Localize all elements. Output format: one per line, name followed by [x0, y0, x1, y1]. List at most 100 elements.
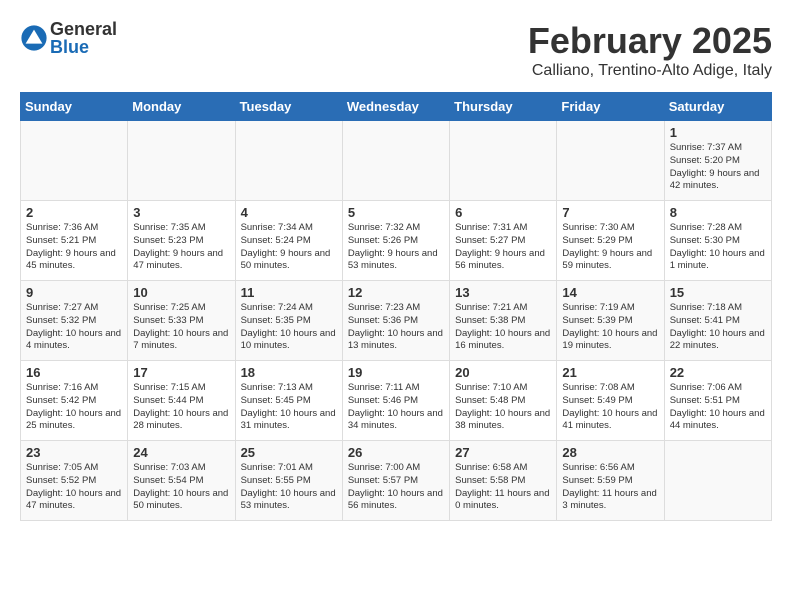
calendar-cell: 21Sunrise: 7:08 AM Sunset: 5:49 PM Dayli… [557, 361, 664, 441]
day-info: Sunrise: 7:36 AM Sunset: 5:21 PM Dayligh… [26, 222, 122, 273]
calendar-header-row: SundayMondayTuesdayWednesdayThursdayFrid… [21, 93, 772, 121]
day-info: Sunrise: 7:30 AM Sunset: 5:29 PM Dayligh… [562, 222, 658, 273]
day-info: Sunrise: 7:10 AM Sunset: 5:48 PM Dayligh… [455, 382, 551, 433]
day-info: Sunrise: 7:08 AM Sunset: 5:49 PM Dayligh… [562, 382, 658, 433]
calendar-cell: 13 Sunrise: 7:21 AM Sunset: 5:38 PM Dayli… [450, 281, 557, 361]
calendar-cell: 12 Sunrise: 7:23 AM Sunset: 5:36 PM Dayli… [342, 281, 449, 361]
calendar-cell: 15 Sunrise: 7:18 AM Sunset: 5:41 PM Dayli… [664, 281, 771, 361]
day-info: Sunrise: 7:00 AM Sunset: 5:57 PM Dayligh… [348, 462, 444, 513]
page-header: General Blue February 2025 Calliano, Tre… [20, 20, 772, 80]
calendar-cell: 6 Sunrise: 7:31 AM Sunset: 5:27 PM Daylig… [450, 201, 557, 281]
calendar-week-2: 2 Sunrise: 7:36 AM Sunset: 5:21 PM Daylig… [21, 201, 772, 281]
calendar-cell: 3Sunrise: 7:35 AM Sunset: 5:23 PM Daylig… [128, 201, 235, 281]
day-info: Sunrise: 6:56 AM Sunset: 5:59 PM Dayligh… [562, 462, 658, 513]
calendar-cell [664, 441, 771, 521]
calendar-cell: 25 Sunrise: 7:01 AM Sunset: 5:55 PM Dayli… [235, 441, 342, 521]
weekday-header-thursday: Thursday [450, 93, 557, 121]
day-info: Sunrise: 7:11 AM Sunset: 5:46 PM Dayligh… [348, 382, 444, 433]
weekday-header-saturday: Saturday [664, 93, 771, 121]
day-number: 22 [670, 365, 766, 380]
day-number: 27 [455, 445, 551, 460]
day-info: Sunrise: 7:34 AM Sunset: 5:24 PM Dayligh… [241, 222, 337, 273]
day-number: 14 [562, 285, 658, 300]
day-number: 26 [348, 445, 444, 460]
day-info: Sunrise: 7:23 AM Sunset: 5:36 PM Dayligh… [348, 302, 444, 353]
day-number: 17 [133, 365, 229, 380]
day-number: 19 [348, 365, 444, 380]
calendar-cell: 16 Sunrise: 7:16 AM Sunset: 5:42 PM Dayli… [21, 361, 128, 441]
day-number: 9 [26, 285, 122, 300]
calendar-cell: 22 Sunrise: 7:06 AM Sunset: 5:51 PM Dayli… [664, 361, 771, 441]
day-info: Sunrise: 7:21 AM Sunset: 5:38 PM Dayligh… [455, 302, 551, 353]
calendar-week-3: 9 Sunrise: 7:27 AM Sunset: 5:32 PM Daylig… [21, 281, 772, 361]
calendar-cell [128, 121, 235, 201]
day-info: Sunrise: 7:16 AM Sunset: 5:42 PM Dayligh… [26, 382, 122, 433]
calendar-table: SundayMondayTuesdayWednesdayThursdayFrid… [20, 92, 772, 521]
day-number: 20 [455, 365, 551, 380]
day-number: 13 [455, 285, 551, 300]
day-info: Sunrise: 7:24 AM Sunset: 5:35 PM Dayligh… [241, 302, 337, 353]
day-info: Sunrise: 7:28 AM Sunset: 5:30 PM Dayligh… [670, 222, 766, 273]
calendar-cell: 11 Sunrise: 7:24 AM Sunset: 5:35 PM Dayli… [235, 281, 342, 361]
day-info: Sunrise: 7:31 AM Sunset: 5:27 PM Dayligh… [455, 222, 551, 273]
day-info: Sunrise: 7:05 AM Sunset: 5:52 PM Dayligh… [26, 462, 122, 513]
day-number: 11 [241, 285, 337, 300]
day-number: 15 [670, 285, 766, 300]
calendar-cell: 27 Sunrise: 6:58 AM Sunset: 5:58 PM Dayli… [450, 441, 557, 521]
day-info: Sunrise: 7:06 AM Sunset: 5:51 PM Dayligh… [670, 382, 766, 433]
day-number: 24 [133, 445, 229, 460]
day-info: Sunrise: 7:19 AM Sunset: 5:39 PM Dayligh… [562, 302, 658, 353]
weekday-header-sunday: Sunday [21, 93, 128, 121]
day-number: 2 [26, 205, 122, 220]
day-number: 1 [670, 125, 766, 140]
calendar-cell: 19 Sunrise: 7:11 AM Sunset: 5:46 PM Dayli… [342, 361, 449, 441]
calendar-cell [557, 121, 664, 201]
day-number: 3 [133, 205, 229, 220]
day-info: Sunrise: 7:37 AM Sunset: 5:20 PM Dayligh… [670, 142, 766, 193]
calendar-cell: 23Sunrise: 7:05 AM Sunset: 5:52 PM Dayli… [21, 441, 128, 521]
logo: General Blue [20, 20, 117, 56]
logo-icon [20, 24, 48, 52]
calendar-cell: 4 Sunrise: 7:34 AM Sunset: 5:24 PM Daylig… [235, 201, 342, 281]
day-number: 16 [26, 365, 122, 380]
weekday-header-tuesday: Tuesday [235, 93, 342, 121]
calendar-cell [342, 121, 449, 201]
calendar-cell [235, 121, 342, 201]
calendar-cell: 9 Sunrise: 7:27 AM Sunset: 5:32 PM Daylig… [21, 281, 128, 361]
calendar-cell: 2 Sunrise: 7:36 AM Sunset: 5:21 PM Daylig… [21, 201, 128, 281]
calendar-cell: 1 Sunrise: 7:37 AM Sunset: 5:20 PM Daylig… [664, 121, 771, 201]
calendar-cell: 26 Sunrise: 7:00 AM Sunset: 5:57 PM Dayli… [342, 441, 449, 521]
calendar-week-4: 16 Sunrise: 7:16 AM Sunset: 5:42 PM Dayli… [21, 361, 772, 441]
day-info: Sunrise: 7:01 AM Sunset: 5:55 PM Dayligh… [241, 462, 337, 513]
day-number: 28 [562, 445, 658, 460]
day-number: 7 [562, 205, 658, 220]
calendar-cell: 24 Sunrise: 7:03 AM Sunset: 5:54 PM Dayli… [128, 441, 235, 521]
day-info: Sunrise: 7:03 AM Sunset: 5:54 PM Dayligh… [133, 462, 229, 513]
calendar-week-5: 23Sunrise: 7:05 AM Sunset: 5:52 PM Dayli… [21, 441, 772, 521]
logo-text: General Blue [50, 20, 117, 56]
day-number: 4 [241, 205, 337, 220]
calendar-week-1: 1 Sunrise: 7:37 AM Sunset: 5:20 PM Daylig… [21, 121, 772, 201]
day-number: 6 [455, 205, 551, 220]
day-info: Sunrise: 7:18 AM Sunset: 5:41 PM Dayligh… [670, 302, 766, 353]
day-info: Sunrise: 7:32 AM Sunset: 5:26 PM Dayligh… [348, 222, 444, 273]
calendar-cell [450, 121, 557, 201]
day-number: 25 [241, 445, 337, 460]
weekday-header-monday: Monday [128, 93, 235, 121]
calendar-cell: 5Sunrise: 7:32 AM Sunset: 5:26 PM Daylig… [342, 201, 449, 281]
logo-general-text: General [50, 20, 117, 38]
day-number: 12 [348, 285, 444, 300]
location: Calliano, Trentino-Alto Adige, Italy [528, 62, 772, 80]
logo-blue-text: Blue [50, 38, 117, 56]
calendar-cell: 8Sunrise: 7:28 AM Sunset: 5:30 PM Daylig… [664, 201, 771, 281]
day-info: Sunrise: 7:25 AM Sunset: 5:33 PM Dayligh… [133, 302, 229, 353]
day-number: 10 [133, 285, 229, 300]
day-number: 18 [241, 365, 337, 380]
day-info: Sunrise: 7:13 AM Sunset: 5:45 PM Dayligh… [241, 382, 337, 433]
calendar-cell [21, 121, 128, 201]
weekday-header-wednesday: Wednesday [342, 93, 449, 121]
calendar-cell: 20 Sunrise: 7:10 AM Sunset: 5:48 PM Dayli… [450, 361, 557, 441]
day-info: Sunrise: 7:27 AM Sunset: 5:32 PM Dayligh… [26, 302, 122, 353]
title-block: February 2025 Calliano, Trentino-Alto Ad… [528, 20, 772, 80]
day-info: Sunrise: 6:58 AM Sunset: 5:58 PM Dayligh… [455, 462, 551, 513]
